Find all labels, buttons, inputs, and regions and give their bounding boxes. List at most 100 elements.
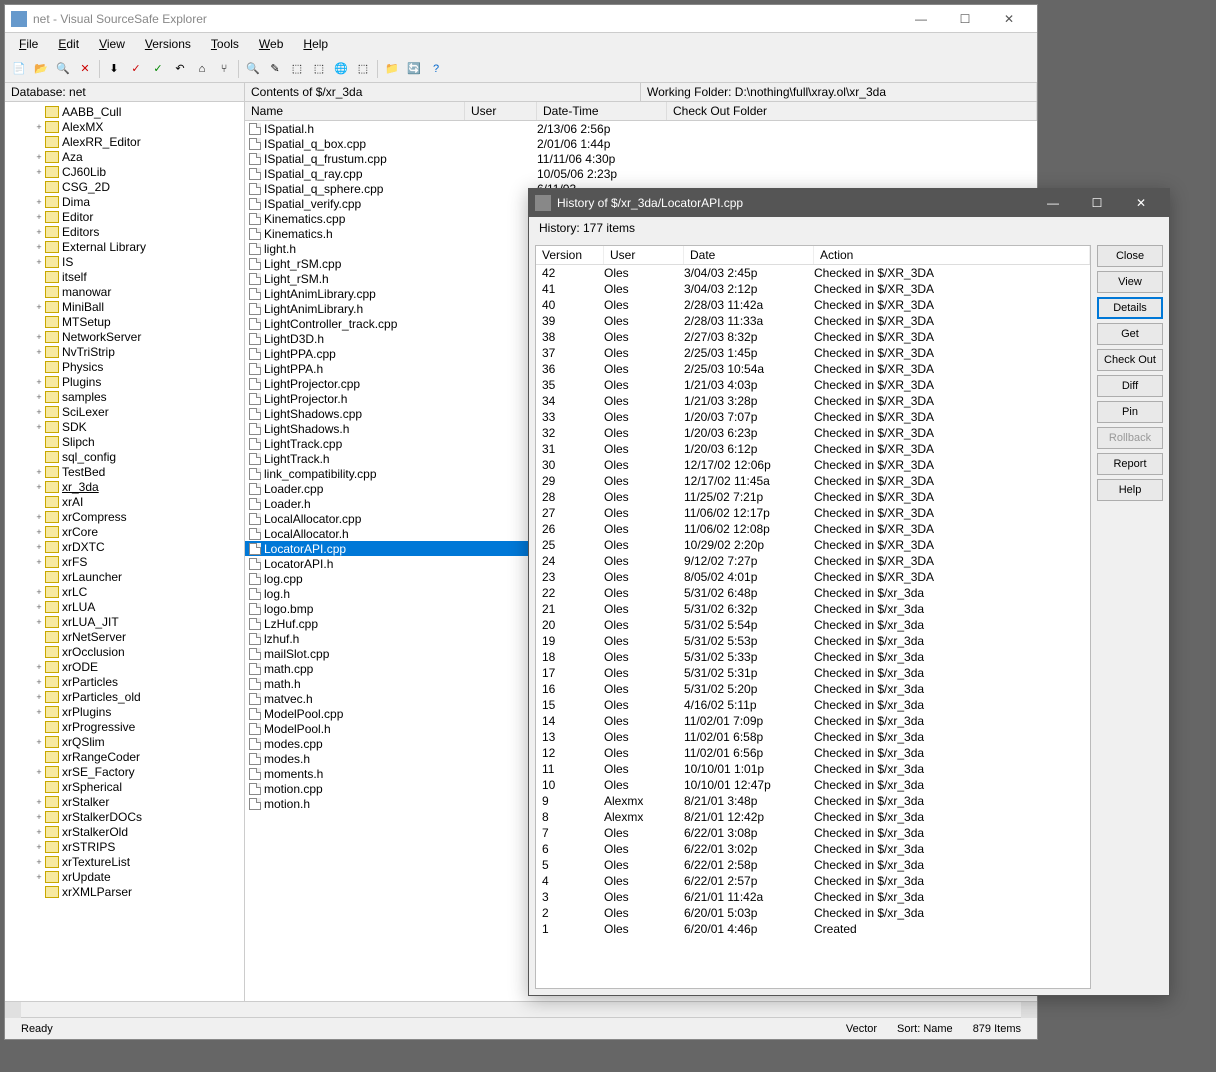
maximize-button[interactable]: ☐ <box>943 5 987 33</box>
tb-open-icon[interactable]: 📂 <box>31 59 51 79</box>
tree-item-xrocclusion[interactable]: xrOcclusion <box>5 644 244 659</box>
tree-item-physics[interactable]: Physics <box>5 359 244 374</box>
tree-item-editors[interactable]: +Editors <box>5 224 244 239</box>
tree-item-xrupdate[interactable]: +xrUpdate <box>5 869 244 884</box>
history-row[interactable]: 34Oles1/21/03 3:28pChecked in $/XR_3DA <box>536 393 1090 409</box>
history-row[interactable]: 32Oles1/20/03 6:23pChecked in $/XR_3DA <box>536 425 1090 441</box>
tree-item-xrlua-jit[interactable]: +xrLUA_JIT <box>5 614 244 629</box>
history-row[interactable]: 6Oles6/22/01 3:02pChecked in $/xr_3da <box>536 841 1090 857</box>
history-minimize-button[interactable]: — <box>1031 189 1075 217</box>
tree-item-miniball[interactable]: +MiniBall <box>5 299 244 314</box>
tree-item-xrlua[interactable]: +xrLUA <box>5 599 244 614</box>
history-row[interactable]: 29Oles12/17/02 11:45aChecked in $/XR_3DA <box>536 473 1090 489</box>
close-button[interactable]: ✕ <box>987 5 1031 33</box>
menu-help[interactable]: Help <box>295 35 336 53</box>
col-user[interactable]: User <box>465 102 537 120</box>
tree-item-xrlauncher[interactable]: xrLauncher <box>5 569 244 584</box>
tb-undo-icon[interactable]: ↶ <box>170 59 190 79</box>
tree-item-xrparticles[interactable]: +xrParticles <box>5 674 244 689</box>
tree-item-networkserver[interactable]: +NetworkServer <box>5 329 244 344</box>
hist-col-version[interactable]: Version <box>536 246 604 264</box>
menu-file[interactable]: File <box>11 35 46 53</box>
history-row[interactable]: 26Oles11/06/02 12:08pChecked in $/XR_3DA <box>536 521 1090 537</box>
tree-item-samples[interactable]: +samples <box>5 389 244 404</box>
tree-item-xrparticles-old[interactable]: +xrParticles_old <box>5 689 244 704</box>
hist-col-user[interactable]: User <box>604 246 684 264</box>
tree-item-sdk[interactable]: +SDK <box>5 419 244 434</box>
menu-versions[interactable]: Versions <box>137 35 199 53</box>
hist-col-date[interactable]: Date <box>684 246 814 264</box>
view-button[interactable]: View <box>1097 271 1163 293</box>
tree-item-xrdxtc[interactable]: +xrDXTC <box>5 539 244 554</box>
file-row[interactable]: ISpatial.h2/13/06 2:56p <box>245 121 1037 136</box>
history-row[interactable]: 8Alexmx8/21/01 12:42pChecked in $/xr_3da <box>536 809 1090 825</box>
check-out-button[interactable]: Check Out <box>1097 349 1163 371</box>
tb-share-icon[interactable]: ⌂ <box>192 59 212 79</box>
history-row[interactable]: 16Oles5/31/02 5:20pChecked in $/xr_3da <box>536 681 1090 697</box>
tb-branch-icon[interactable]: ⑂ <box>214 59 234 79</box>
tree-item-alexmx[interactable]: +AlexMX <box>5 119 244 134</box>
tb-delete-icon[interactable]: ✕ <box>75 59 95 79</box>
history-row[interactable]: 35Oles1/21/03 4:03pChecked in $/XR_3DA <box>536 377 1090 393</box>
tree-item-testbed[interactable]: +TestBed <box>5 464 244 479</box>
tree-item-mtsetup[interactable]: MTSetup <box>5 314 244 329</box>
rollback-button[interactable]: Rollback <box>1097 427 1163 449</box>
history-row[interactable]: 39Oles2/28/03 11:33aChecked in $/XR_3DA <box>536 313 1090 329</box>
menu-edit[interactable]: Edit <box>50 35 87 53</box>
help-button[interactable]: Help <box>1097 479 1163 501</box>
history-row[interactable]: 36Oles2/25/03 10:54aChecked in $/XR_3DA <box>536 361 1090 377</box>
col-name[interactable]: Name <box>245 102 465 120</box>
details-button[interactable]: Details <box>1097 297 1163 319</box>
hist-col-action[interactable]: Action <box>814 246 1090 264</box>
tree-item-alexrr-editor[interactable]: AlexRR_Editor <box>5 134 244 149</box>
tree-item-xrlc[interactable]: +xrLC <box>5 584 244 599</box>
tb-new-icon[interactable]: 📄 <box>9 59 29 79</box>
report-button[interactable]: Report <box>1097 453 1163 475</box>
tree-item-xrrangecoder[interactable]: xrRangeCoder <box>5 749 244 764</box>
file-row[interactable]: ISpatial_q_frustum.cpp11/11/06 4:30p <box>245 151 1037 166</box>
close-button[interactable]: Close <box>1097 245 1163 267</box>
get-button[interactable]: Get <box>1097 323 1163 345</box>
history-row[interactable]: 15Oles4/16/02 5:11pChecked in $/xr_3da <box>536 697 1090 713</box>
tree-item-itself[interactable]: itself <box>5 269 244 284</box>
tb-get-icon[interactable]: ⬇ <box>104 59 124 79</box>
tree-item-xrstalkerold[interactable]: +xrStalkerOld <box>5 824 244 839</box>
tree-item-xrstalkerdocs[interactable]: +xrStalkerDOCs <box>5 809 244 824</box>
tree-item-cj60lib[interactable]: +CJ60Lib <box>5 164 244 179</box>
history-row[interactable]: 13Oles11/02/01 6:58pChecked in $/xr_3da <box>536 729 1090 745</box>
tree-item-manowar[interactable]: manowar <box>5 284 244 299</box>
history-row[interactable]: 7Oles6/22/01 3:08pChecked in $/xr_3da <box>536 825 1090 841</box>
menu-web[interactable]: Web <box>251 35 291 53</box>
tb-checkin-icon[interactable]: ✓ <box>148 59 168 79</box>
tree-item-editor[interactable]: +Editor <box>5 209 244 224</box>
history-list[interactable]: 42Oles3/04/03 2:45pChecked in $/XR_3DA41… <box>536 265 1090 988</box>
history-row[interactable]: 1Oles6/20/01 4:46pCreated <box>536 921 1090 937</box>
history-row[interactable]: 9Alexmx8/21/01 3:48pChecked in $/xr_3da <box>536 793 1090 809</box>
tree-item-csg-2d[interactable]: CSG_2D <box>5 179 244 194</box>
tree-item-aabb-cull[interactable]: AABB_Cull <box>5 104 244 119</box>
history-row[interactable]: 21Oles5/31/02 6:32pChecked in $/xr_3da <box>536 601 1090 617</box>
tree-item-xrse-factory[interactable]: +xrSE_Factory <box>5 764 244 779</box>
history-row[interactable]: 11Oles10/10/01 1:01pChecked in $/xr_3da <box>536 761 1090 777</box>
tree-item-sql-config[interactable]: sql_config <box>5 449 244 464</box>
history-row[interactable]: 30Oles12/17/02 12:06pChecked in $/XR_3DA <box>536 457 1090 473</box>
tree-item-is[interactable]: +IS <box>5 254 244 269</box>
file-row[interactable]: ISpatial_q_ray.cpp10/05/06 2:23p <box>245 166 1037 181</box>
tree-item-xr-3da[interactable]: +xr_3da <box>5 479 244 494</box>
history-row[interactable]: 12Oles11/02/01 6:56pChecked in $/xr_3da <box>536 745 1090 761</box>
history-row[interactable]: 40Oles2/28/03 11:42aChecked in $/XR_3DA <box>536 297 1090 313</box>
tree-item-xrfs[interactable]: +xrFS <box>5 554 244 569</box>
menu-tools[interactable]: Tools <box>203 35 247 53</box>
horizontal-scrollbar[interactable] <box>5 1001 1037 1017</box>
history-row[interactable]: 42Oles3/04/03 2:45pChecked in $/XR_3DA <box>536 265 1090 281</box>
history-row[interactable]: 28Oles11/25/02 7:21pChecked in $/XR_3DA <box>536 489 1090 505</box>
tree-item-xrcompress[interactable]: +xrCompress <box>5 509 244 524</box>
tree-item-xrstalker[interactable]: +xrStalker <box>5 794 244 809</box>
file-row[interactable]: ISpatial_q_box.cpp2/01/06 1:44p <box>245 136 1037 151</box>
history-row[interactable]: 33Oles1/20/03 7:07pChecked in $/XR_3DA <box>536 409 1090 425</box>
history-row[interactable]: 17Oles5/31/02 5:31pChecked in $/xr_3da <box>536 665 1090 681</box>
tree-item-xrstrips[interactable]: +xrSTRIPS <box>5 839 244 854</box>
history-row[interactable]: 37Oles2/25/03 1:45pChecked in $/XR_3DA <box>536 345 1090 361</box>
history-row[interactable]: 5Oles6/22/01 2:58pChecked in $/xr_3da <box>536 857 1090 873</box>
tb-wf-icon[interactable]: 📁 <box>382 59 402 79</box>
